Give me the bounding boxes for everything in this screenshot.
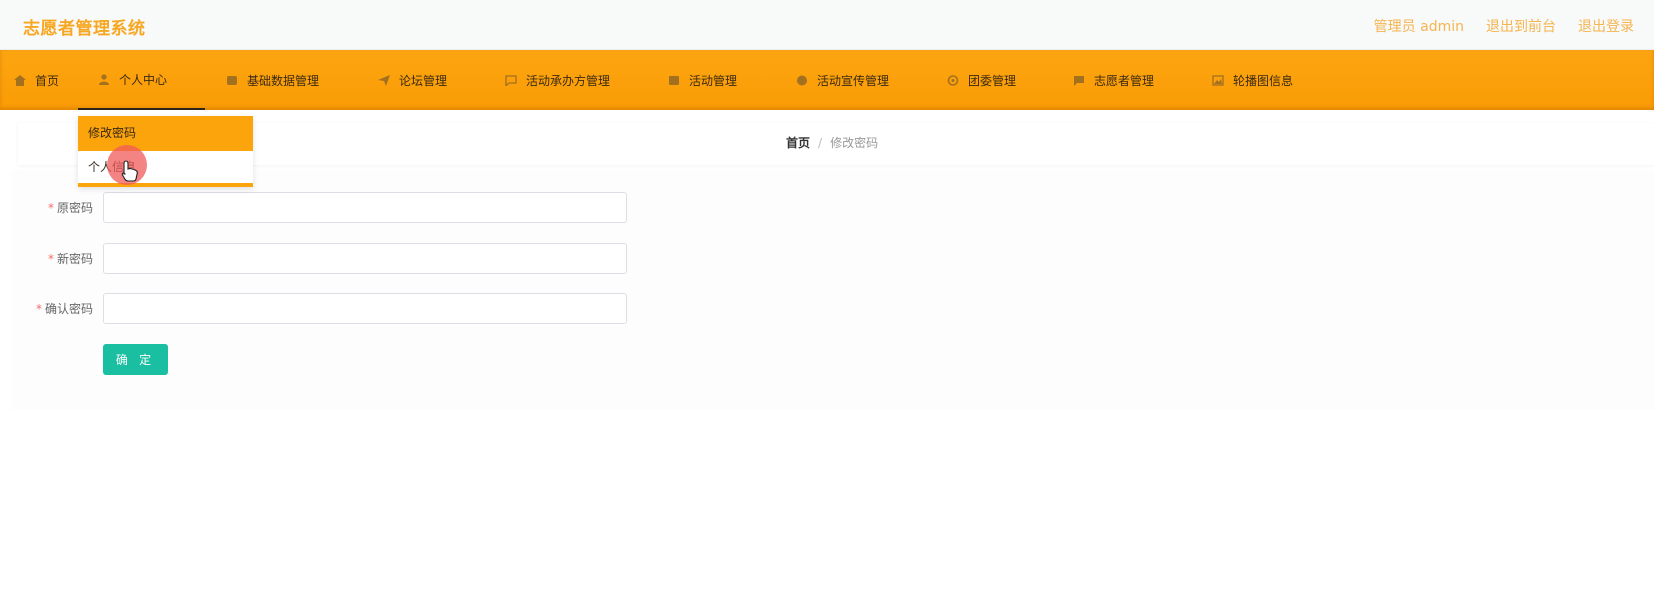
- calendar-icon: [668, 75, 680, 86]
- hand-cursor-icon: [121, 160, 138, 182]
- old-password-label: * 原密码: [18, 199, 93, 216]
- nav-item-organizer[interactable]: 活动承办方管理: [505, 50, 610, 110]
- app-title: 志愿者管理系统: [23, 19, 146, 39]
- submit-button[interactable]: 确 定: [103, 344, 168, 375]
- new-password-label-text: 新密码: [56, 252, 93, 266]
- breadcrumb-separator: /: [818, 136, 823, 150]
- new-password-input[interactable]: [103, 243, 627, 274]
- message-icon: [1073, 75, 1085, 86]
- breadcrumb-home[interactable]: 首页: [786, 136, 810, 150]
- nav-item-label: 志愿者管理: [1094, 73, 1155, 88]
- nav-item-label: 团委管理: [968, 73, 1017, 88]
- nav-item-label: 活动承办方管理: [526, 73, 611, 88]
- user-icon: [98, 73, 110, 85]
- nav-item-label: 活动宣传管理: [817, 73, 890, 88]
- nav-item-basic-data[interactable]: 基础数据管理: [226, 50, 319, 110]
- required-mark: *: [47, 201, 54, 215]
- confirm-password-label: * 确认密码: [18, 300, 93, 317]
- back-to-frontend-link[interactable]: 退出到前台: [1486, 16, 1556, 36]
- nav-item-home[interactable]: 首页: [14, 50, 59, 110]
- nav-item-youth-league[interactable]: 团委管理: [947, 50, 1016, 110]
- nav-item-label: 个人中心: [119, 72, 168, 87]
- nav-item-volunteer[interactable]: 志愿者管理: [1073, 50, 1154, 110]
- form-row-confirm-password: * 确认密码: [18, 293, 627, 324]
- nav-item-label: 首页: [35, 73, 60, 88]
- confirm-password-input[interactable]: [103, 293, 627, 324]
- breadcrumb: 首页 / 修改密码: [786, 134, 878, 151]
- required-mark: *: [47, 252, 54, 266]
- chat-icon: [505, 74, 517, 86]
- form-row-old-password: * 原密码: [18, 192, 627, 223]
- gear-icon: [947, 74, 959, 86]
- new-password-label: * 新密码: [18, 250, 93, 267]
- send-icon: [378, 74, 390, 86]
- personal-center-dropdown: 修改密码 个人信息: [78, 116, 253, 187]
- database-icon: [226, 75, 238, 86]
- breadcrumb-current: 修改密码: [830, 136, 879, 150]
- circle-icon: [796, 75, 808, 86]
- nav-item-promotion[interactable]: 活动宣传管理: [796, 50, 889, 110]
- dropdown-item-change-password[interactable]: 修改密码: [78, 116, 253, 151]
- nav-item-label: 活动管理: [689, 73, 738, 88]
- nav-item-label: 基础数据管理: [247, 73, 320, 88]
- logout-link[interactable]: 退出登录: [1578, 16, 1634, 36]
- old-password-input[interactable]: [103, 192, 627, 223]
- nav-item-label: 轮播图信息: [1233, 73, 1294, 88]
- nav-item-forum[interactable]: 论坛管理: [378, 50, 447, 110]
- main-nav: 首页 个人中心 基础数据管理 论坛管理 活动承办方管理 活动管理 活动宣传管理 …: [0, 50, 1654, 110]
- header-links: 管理员 admin 退出到前台 退出登录: [1374, 16, 1634, 36]
- old-password-label-text: 原密码: [56, 201, 93, 215]
- admin-user-link[interactable]: 管理员 admin: [1374, 16, 1464, 36]
- nav-item-label: 论坛管理: [399, 73, 448, 88]
- image-icon: [1212, 74, 1224, 86]
- home-icon: [14, 74, 26, 86]
- top-header: 志愿者管理系统 管理员 admin 退出到前台 退出登录: [0, 0, 1654, 50]
- confirm-password-label-text: 确认密码: [44, 302, 93, 316]
- nav-item-carousel[interactable]: 轮播图信息: [1212, 50, 1293, 110]
- required-mark: *: [35, 302, 42, 316]
- nav-item-personal-center[interactable]: 个人中心: [78, 50, 205, 110]
- nav-item-activity[interactable]: 活动管理: [668, 50, 737, 110]
- dropdown-item-personal-info[interactable]: 个人信息: [78, 151, 253, 183]
- form-row-new-password: * 新密码: [18, 243, 627, 274]
